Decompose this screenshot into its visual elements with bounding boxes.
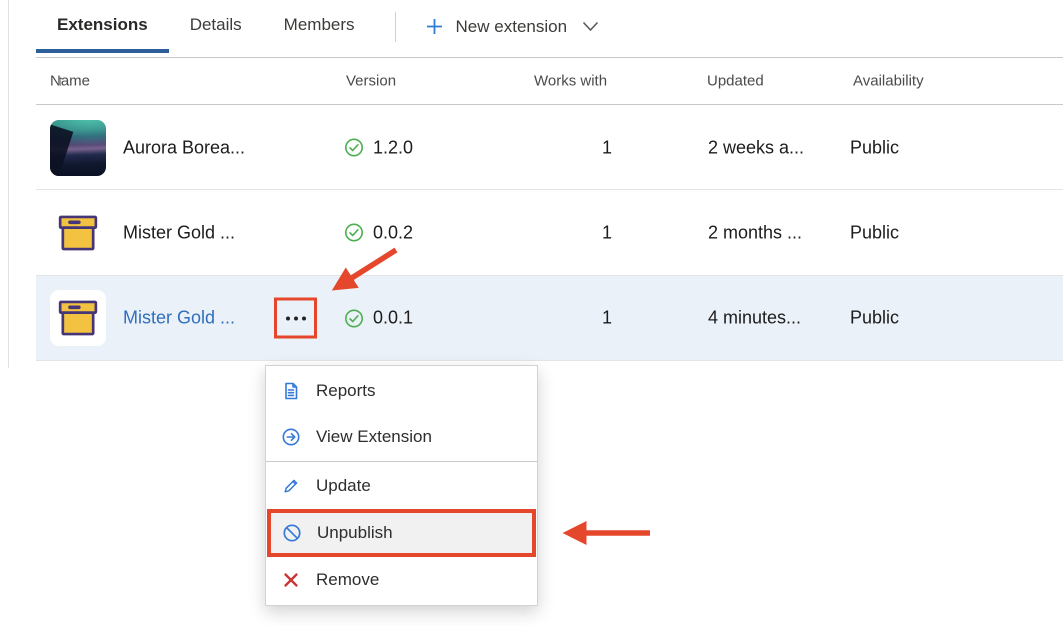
plus-icon [425, 17, 445, 37]
check-circle-icon [344, 138, 364, 158]
check-circle-icon [344, 308, 364, 328]
availability-value: Public [850, 308, 899, 329]
tab-bar: Extensions Details Members New extension [36, 0, 609, 53]
menu-item-reports[interactable]: Reports [266, 368, 537, 414]
works-with-count: 1 [576, 137, 638, 158]
extension-name[interactable]: Mister Gold ... [123, 222, 235, 243]
report-document-icon [281, 381, 301, 401]
column-header-availability: Availability [853, 73, 924, 90]
prohibited-icon [282, 523, 302, 543]
column-header-works-with: Works with [534, 73, 607, 90]
new-extension-label: New extension [456, 17, 568, 37]
extension-name[interactable]: Aurora Borea... [123, 137, 245, 158]
pencil-icon [281, 476, 301, 496]
remove-x-icon [281, 570, 301, 590]
table-row[interactable]: Mister Gold ... 0.0.2 1 2 months ... Pub… [36, 190, 1063, 276]
chevron-down-icon[interactable] [582, 21, 599, 32]
availability-value: Public [850, 137, 899, 158]
check-circle-icon [344, 223, 364, 243]
updated-time: 2 weeks a... [708, 137, 804, 158]
sort-ascending-icon: ↑ [57, 73, 65, 90]
tab-extensions[interactable]: Extensions [36, 0, 169, 53]
new-extension-button[interactable]: New extension [415, 0, 610, 53]
extension-tile-gold-box [50, 205, 106, 261]
panel-edge-divider [8, 0, 9, 368]
menu-item-view-extension[interactable]: View Extension [266, 414, 537, 460]
extension-version: 1.2.0 [344, 137, 413, 158]
works-with-count: 1 [576, 308, 638, 329]
extension-tile-aurora [50, 120, 106, 176]
availability-value: Public [850, 222, 899, 243]
column-header-version: Version [346, 73, 396, 90]
menu-item-update[interactable]: Update [266, 463, 537, 509]
extension-tile-gold-box [50, 290, 106, 346]
table-row[interactable]: Aurora Borea... 1.2.0 1 2 weeks a... Pub… [36, 106, 1063, 190]
column-header-updated: Updated [707, 73, 764, 90]
table-row-selected[interactable]: Mister Gold ... 0.0.1 1 4 minutes... Pub… [36, 276, 1063, 361]
table-header: Name↑ Version Works with Updated Availab… [36, 57, 1063, 105]
extension-version: 0.0.2 [344, 222, 413, 243]
ellipsis-icon [286, 316, 290, 320]
arrow-circle-right-icon [281, 427, 301, 447]
menu-item-unpublish[interactable]: Unpublish [267, 509, 536, 557]
extension-name-link[interactable]: Mister Gold ... [123, 308, 235, 329]
tab-members[interactable]: Members [263, 0, 376, 53]
row-context-menu: Reports View Extension Update Unpublish [265, 365, 538, 606]
row-actions-ellipsis-button[interactable] [277, 301, 314, 336]
tab-details[interactable]: Details [169, 0, 263, 53]
menu-divider [266, 461, 537, 462]
updated-time: 2 months ... [708, 222, 802, 243]
updated-time: 4 minutes... [708, 308, 801, 329]
tabbar-divider [395, 12, 396, 42]
works-with-count: 1 [576, 222, 638, 243]
menu-item-remove[interactable]: Remove [266, 557, 537, 603]
annotation-box-ellipsis [274, 298, 317, 339]
extension-version: 0.0.1 [344, 308, 413, 329]
